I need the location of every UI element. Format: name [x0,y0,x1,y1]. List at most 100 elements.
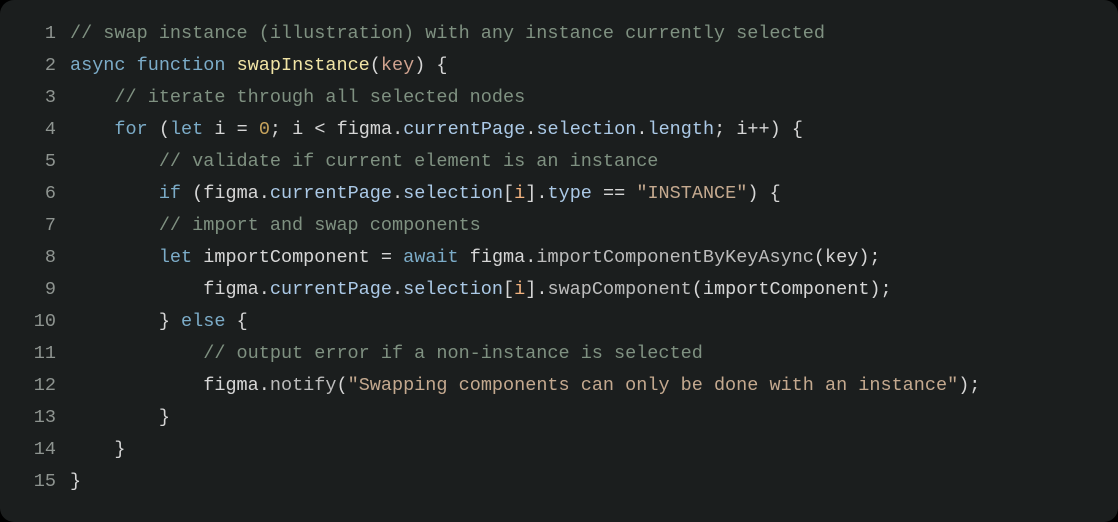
token: . [392,279,403,300]
line-content: // swap instance (illustration) with any… [70,18,825,50]
token: = [237,119,248,140]
token: currentPage [270,279,392,300]
line-number: 4 [22,114,56,146]
token: . [259,183,270,204]
token: figma [337,119,393,140]
token: ); [958,375,980,396]
indent [70,439,114,460]
line-content: for (let i = 0; i < figma.currentPage.se… [70,114,803,146]
token: swapComponent [547,279,691,300]
line-content: async function swapInstance(key) { [70,50,448,82]
token: ++ [747,119,769,140]
token: ]. [525,183,547,204]
token: ]. [525,279,547,300]
code-line: 4 for (let i = 0; i < figma.currentPage.… [22,114,1096,146]
token: figma [470,247,526,268]
token: "INSTANCE" [636,183,747,204]
token: let [159,247,192,268]
line-number: 2 [22,50,56,82]
token: notify [270,375,337,396]
line-content: } [70,402,170,434]
code-line: 8 let importComponent = await figma.impo… [22,242,1096,274]
line-number: 7 [22,210,56,242]
token: i [214,119,225,140]
line-number: 15 [22,466,56,498]
token [392,247,403,268]
line-content: } [70,434,126,466]
line-number: 3 [22,82,56,114]
token: == [603,183,625,204]
code-line: 1// swap instance (illustration) with an… [22,18,1096,50]
token: let [170,119,203,140]
line-content: // import and swap components [70,210,481,242]
token: key [825,247,858,268]
token: // output error if a non-instance is sel… [203,343,703,364]
line-content: } [70,466,81,498]
token: // import and swap components [159,215,481,236]
token: } [159,407,170,428]
token: for [114,119,147,140]
line-content: // iterate through all selected nodes [70,82,525,114]
token: figma [203,279,259,300]
line-number: 13 [22,402,56,434]
line-number: 6 [22,178,56,210]
token: ( [692,279,703,300]
token: [ [503,279,514,300]
code-line: 3 // iterate through all selected nodes [22,82,1096,114]
token: "Swapping components can only be done wi… [348,375,959,396]
token [225,55,236,76]
line-content: } else { [70,306,248,338]
token [325,119,336,140]
token: ( [814,247,825,268]
token [203,119,214,140]
indent [70,279,203,300]
token: [ [503,183,514,204]
token: key [381,55,414,76]
line-number: 8 [22,242,56,274]
indent [70,311,159,332]
code-line: 5 // validate if current element is an i… [22,146,1096,178]
indent [70,375,203,396]
line-number: 5 [22,146,56,178]
indent [70,119,114,140]
token: selection [403,279,503,300]
token [625,183,636,204]
indent [70,151,159,172]
token: // swap instance (illustration) with any… [70,23,825,44]
code-line: 7 // import and swap components [22,210,1096,242]
line-content: let importComponent = await figma.import… [70,242,881,274]
indent [70,247,159,268]
token [459,247,470,268]
token [126,55,137,76]
code-line: 10 } else { [22,306,1096,338]
token [192,247,203,268]
indent [70,407,159,428]
token: ; [714,119,736,140]
token: // iterate through all selected nodes [114,87,525,108]
code-line: 13 } [22,402,1096,434]
token: ( [370,55,381,76]
token: importComponent [203,247,370,268]
token: . [259,279,270,300]
indent [70,215,159,236]
token: ( [181,183,203,204]
token: . [636,119,647,140]
line-content: // output error if a non-instance is sel… [70,338,703,370]
indent [70,183,159,204]
token: ) { [747,183,780,204]
token: figma [203,375,259,396]
code-block: 1// swap instance (illustration) with an… [0,0,1118,522]
token: . [259,375,270,396]
token: < [314,119,325,140]
token: i [514,183,525,204]
code-line: 11 // output error if a non-instance is … [22,338,1096,370]
code-line: 9 figma.currentPage.selection[i].swapCom… [22,274,1096,306]
token [370,247,381,268]
token: . [525,247,536,268]
token: if [159,183,181,204]
token [303,119,314,140]
code-line: 15} [22,466,1096,498]
token: ( [148,119,170,140]
code-line: 12 figma.notify("Swapping components can… [22,370,1096,402]
token: } [114,439,125,460]
